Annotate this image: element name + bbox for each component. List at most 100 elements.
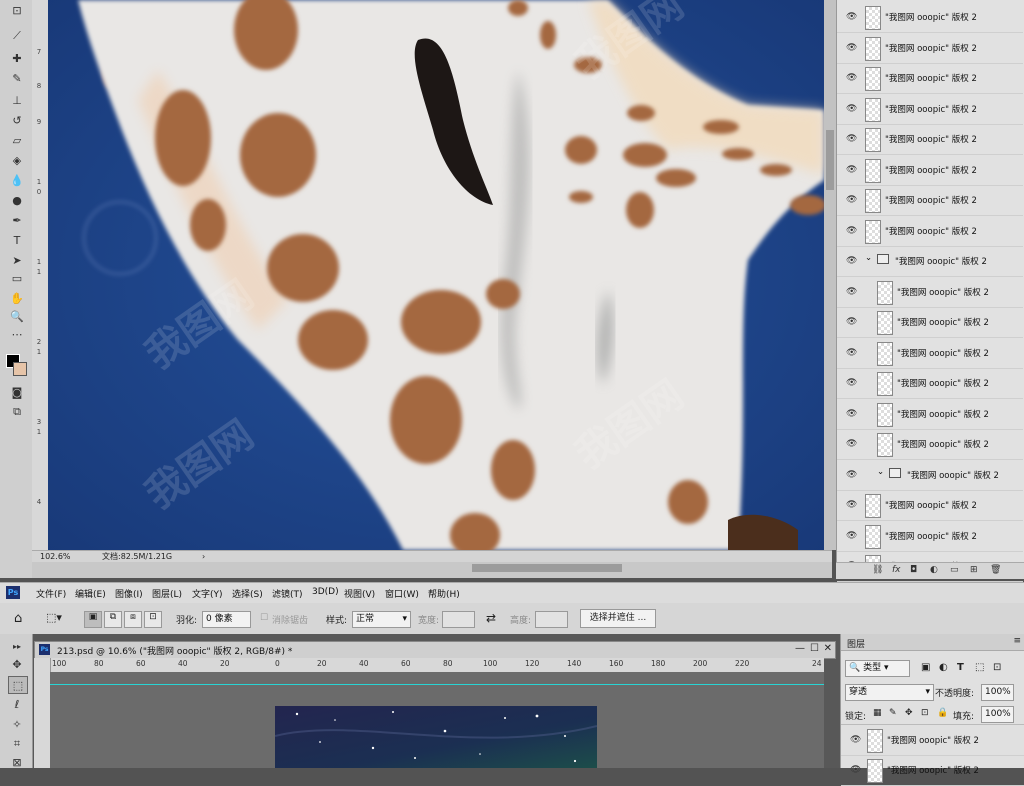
paint-bucket-tool-icon[interactable]: ◈: [8, 152, 26, 168]
intersect-selection-icon[interactable]: ⊡: [144, 611, 162, 628]
layer-kind-filter[interactable]: 🔍 类型 ▾: [845, 660, 910, 677]
path-selection-tool-icon[interactable]: ➤: [8, 252, 26, 268]
crop-tool-icon[interactable]: ⌗: [8, 736, 26, 752]
lock-transparent-icon[interactable]: ▦: [873, 708, 882, 718]
new-layer-icon[interactable]: ⊞: [970, 565, 978, 575]
lock-all-icon[interactable]: 🔒: [937, 708, 948, 718]
lock-position-icon[interactable]: ✥: [905, 708, 913, 718]
scroll-thumb[interactable]: [472, 564, 622, 572]
layer-row[interactable]: 👁 "我图网 ooopic" 版权 2: [837, 185, 1023, 216]
marquee-preset-icon[interactable]: ⬚▾: [46, 611, 62, 624]
feather-input[interactable]: 0 像素: [202, 611, 251, 628]
menu-type[interactable]: 文字(Y): [192, 587, 223, 600]
new-selection-icon[interactable]: ▣: [84, 611, 102, 628]
chevron-down-icon[interactable]: ⌄: [877, 467, 884, 477]
layer-row[interactable]: 👁 "我图网 ooopic" 版权 2: [837, 307, 1023, 338]
visibility-eye-icon[interactable]: 👁: [846, 409, 857, 419]
magic-wand-tool-icon[interactable]: ✧: [8, 716, 26, 732]
layer-row[interactable]: 👁 ⌄ "我图网 ooopic" 版权 2: [837, 246, 1023, 277]
menu-layer[interactable]: 图层(L): [152, 587, 182, 600]
width-input[interactable]: [442, 611, 475, 628]
zoom-tool-icon[interactable]: 🔍: [8, 308, 26, 324]
pen-tool-icon[interactable]: ✒: [8, 212, 26, 228]
move-tool-icon[interactable]: ✥: [8, 656, 26, 672]
layer-row[interactable]: 👁 "我图网 ooopic" 版权 2: [837, 368, 1023, 399]
healing-brush-tool-icon[interactable]: ✚: [8, 50, 26, 66]
layer-row[interactable]: 👁 "我图网 ooopic" 版权 2: [837, 277, 1023, 308]
menu-file[interactable]: 文件(F): [36, 587, 66, 600]
clone-stamp-tool-icon[interactable]: ⊥: [8, 92, 26, 108]
collapse-icon[interactable]: ▸▸: [8, 638, 26, 654]
menu-image[interactable]: 图像(I): [115, 587, 143, 600]
opacity-input[interactable]: 100%: [981, 684, 1014, 701]
folder-icon[interactable]: ▭: [950, 565, 959, 575]
layer-row[interactable]: 👁 "我图网 ooopic" 版权 2: [841, 755, 1024, 786]
more-tools-icon[interactable]: ⋯: [8, 326, 26, 342]
antialias-checkbox[interactable]: ☐: [260, 613, 268, 623]
visibility-eye-icon[interactable]: 👁: [846, 165, 857, 175]
artboard-tool-icon[interactable]: ⊡: [8, 2, 26, 18]
layers-tab[interactable]: 图层 ≡: [841, 634, 1024, 651]
eraser-tool-icon[interactable]: ▱: [8, 132, 26, 148]
layer-row[interactable]: 👁 "我图网 ooopic" 版权 2: [841, 724, 1024, 756]
brush-tool-icon[interactable]: ✎: [8, 70, 26, 86]
layer-row[interactable]: 👁 "我图网 ooopic" 版权 2: [837, 521, 1023, 552]
add-selection-icon[interactable]: ⧉: [104, 611, 122, 628]
filter-smart-icon[interactable]: ⊡: [993, 662, 1001, 673]
rectangle-tool-icon[interactable]: ▭: [8, 270, 26, 286]
link-icon[interactable]: ⛓: [872, 565, 883, 575]
select-and-mask-button[interactable]: 选择并遮住 ...: [580, 609, 656, 628]
chevron-down-icon[interactable]: ⌄: [865, 253, 872, 263]
trash-icon[interactable]: 🗑: [990, 565, 1001, 575]
adjustment-icon[interactable]: ◐: [930, 565, 938, 575]
fx-icon[interactable]: fx: [892, 565, 901, 575]
lock-artboard-icon[interactable]: ⊡: [921, 708, 929, 718]
layer-row[interactable]: 👁 "我图网 ooopic" 版权 2: [837, 216, 1023, 247]
menu-edit[interactable]: 编辑(E): [75, 587, 106, 600]
vertical-scrollbar[interactable]: [824, 0, 836, 550]
eyedropper-tool-icon[interactable]: ⟋: [8, 28, 26, 44]
mask-icon[interactable]: ◘: [910, 565, 917, 575]
visibility-eye-icon[interactable]: 👁: [846, 256, 857, 266]
visibility-eye-icon[interactable]: 👁: [850, 765, 861, 775]
hand-tool-icon[interactable]: ✋: [8, 290, 26, 306]
quick-mask-icon[interactable]: ◙: [8, 384, 26, 400]
screen-mode-icon[interactable]: ⧉: [8, 404, 26, 420]
document-tab[interactable]: Ps 213.psd @ 10.6% ("我图网 ooopic" 版权 2, R…: [34, 641, 836, 659]
visibility-eye-icon[interactable]: 👁: [846, 500, 857, 510]
visibility-eye-icon[interactable]: 👁: [846, 134, 857, 144]
visibility-eye-icon[interactable]: 👁: [846, 470, 857, 480]
maximize-icon[interactable]: ☐: [810, 643, 819, 654]
layer-row[interactable]: 👁 "我图网 ooopic" 版权 2: [837, 429, 1023, 460]
fill-input[interactable]: 100%: [981, 706, 1014, 723]
type-tool-icon[interactable]: T: [8, 232, 26, 248]
home-icon[interactable]: ⌂: [14, 611, 22, 626]
menu-select[interactable]: 选择(S): [232, 587, 263, 600]
blur-tool-icon[interactable]: 💧: [8, 172, 26, 188]
layer-row[interactable]: 👁 "我图网 ooopic" 版权 2: [837, 338, 1023, 369]
visibility-eye-icon[interactable]: 👁: [850, 735, 861, 745]
layer-row[interactable]: 👁 "我图网 ooopic" 版权 2: [837, 124, 1023, 155]
filter-shape-icon[interactable]: ⬚: [975, 662, 984, 673]
subtract-selection-icon[interactable]: ⧈: [124, 611, 142, 628]
blend-mode-select[interactable]: 穿透 ▾: [845, 684, 934, 701]
panel-menu-icon[interactable]: ≡: [1013, 636, 1021, 646]
menu-help[interactable]: 帮助(H): [428, 587, 460, 600]
layer-row[interactable]: 👁 "我图网 ooopic" 版权 2: [837, 63, 1023, 94]
visibility-eye-icon[interactable]: 👁: [846, 73, 857, 83]
visibility-eye-icon[interactable]: 👁: [846, 348, 857, 358]
history-brush-tool-icon[interactable]: ↺: [8, 112, 26, 128]
lock-pixels-icon[interactable]: ✎: [889, 708, 897, 718]
marquee-tool-icon[interactable]: ⬚: [8, 676, 28, 694]
style-select[interactable]: 正常 ▾: [352, 611, 411, 628]
visibility-eye-icon[interactable]: 👁: [846, 104, 857, 114]
visibility-eye-icon[interactable]: 👁: [846, 317, 857, 327]
scroll-thumb[interactable]: [826, 130, 834, 190]
dodge-tool-icon[interactable]: ●: [8, 192, 26, 208]
layer-row[interactable]: 👁 "我图网 ooopic" 版权 2: [837, 155, 1023, 186]
visibility-eye-icon[interactable]: 👁: [846, 195, 857, 205]
layer-row[interactable]: 👁 "我图网 ooopic" 版权 2: [837, 490, 1023, 521]
menu-window[interactable]: 窗口(W): [385, 587, 419, 600]
visibility-eye-icon[interactable]: 👁: [846, 43, 857, 53]
layer-row[interactable]: 👁 "我图网 ooopic" 版权 2: [837, 2, 1023, 33]
